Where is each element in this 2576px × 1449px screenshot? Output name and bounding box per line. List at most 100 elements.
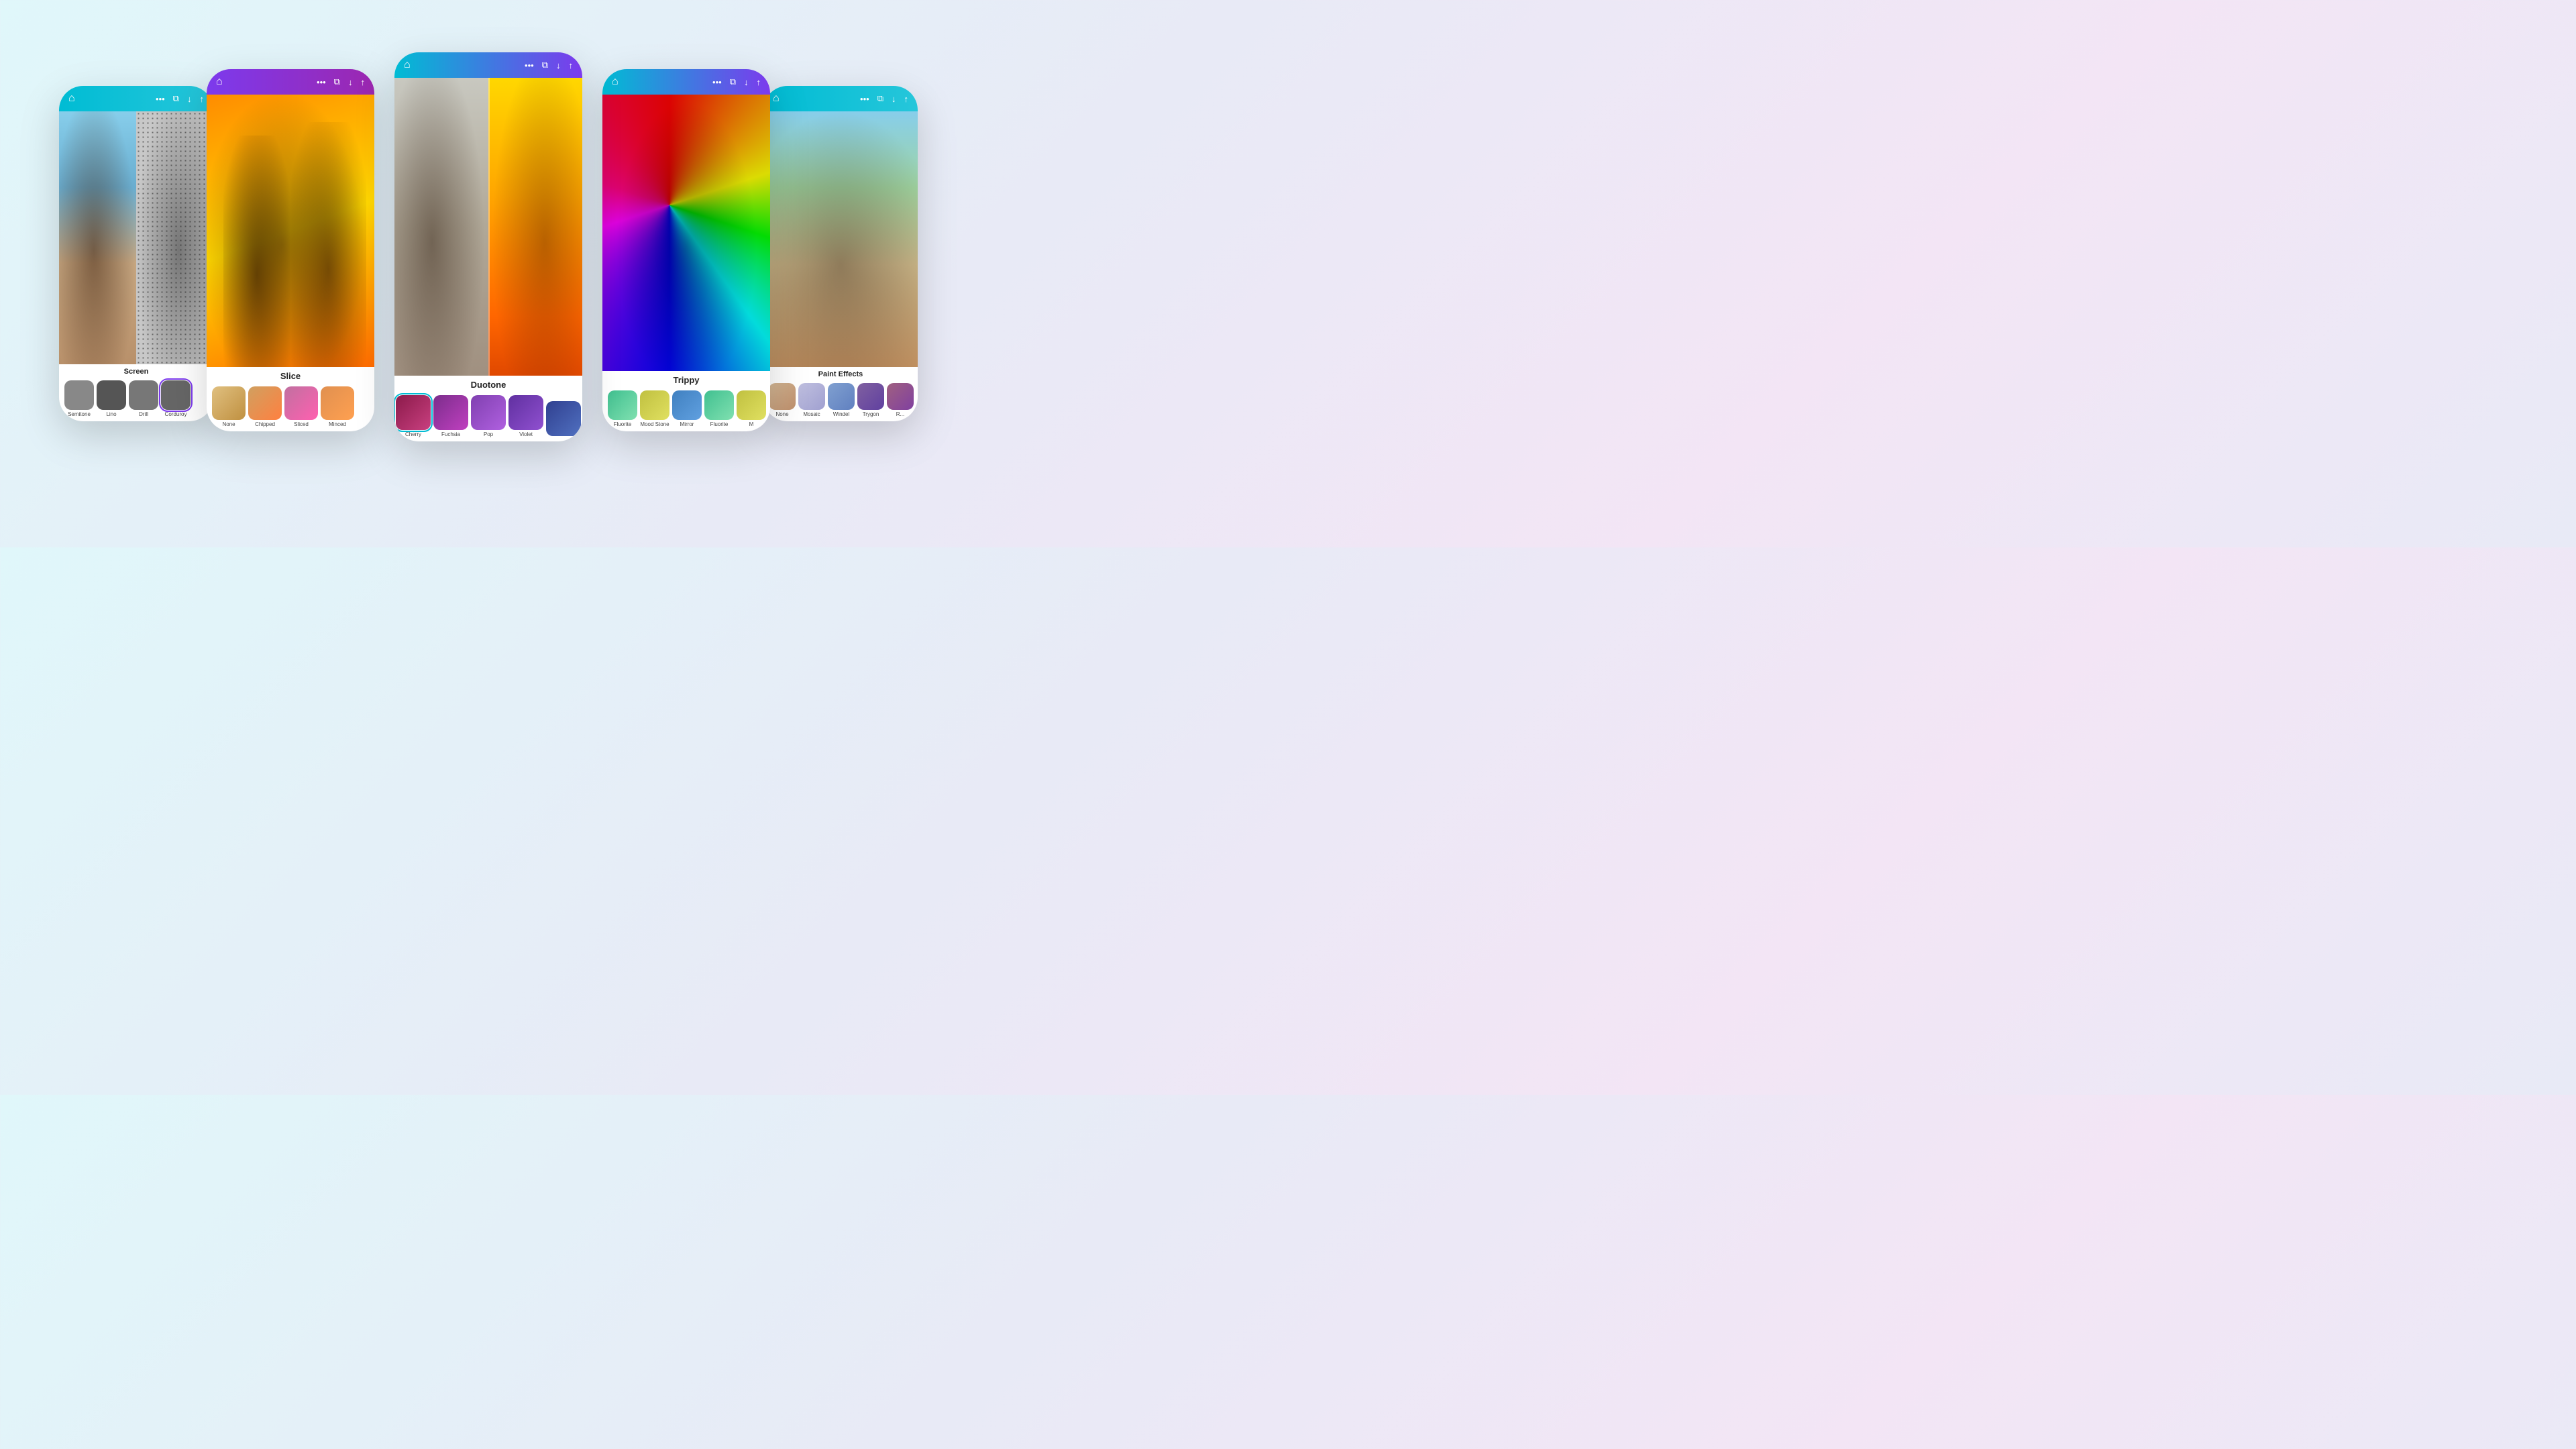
- thumb-img-fuchsia[interactable]: [433, 395, 468, 430]
- download-icon-paint[interactable]: ↓: [892, 94, 896, 104]
- thumb-label-mosaic: Mosaic: [803, 411, 820, 417]
- thumb-mood-stone[interactable]: Mood Stone: [640, 390, 669, 427]
- thumb-label-lino: Lino: [106, 411, 116, 417]
- thumb-chipped[interactable]: Chipped: [248, 386, 282, 427]
- thumb-label-fluorite-2: Fluorite: [710, 421, 729, 427]
- toolbar-duotone: ⌂ ••• ⧉ ↓ ↑: [394, 52, 582, 78]
- thumb-img-none-slice[interactable]: [212, 386, 246, 420]
- thumbnail-strip-slice: None Chipped Sliced Minced: [207, 384, 374, 431]
- phone-paint: ⌂ ••• ⧉ ↓ ↑ Paint Effects None Mosaic: [763, 86, 918, 421]
- home-icon-slice[interactable]: ⌂: [216, 76, 223, 88]
- thumb-label-r: R...: [896, 411, 904, 417]
- toolbar-paint: ⌂ ••• ⧉ ↓ ↑: [763, 86, 918, 111]
- thumb-fluorite-2[interactable]: Fluorite: [704, 390, 734, 427]
- thumb-img-semitone[interactable]: [64, 380, 94, 410]
- thumb-trygon[interactable]: Trygon: [857, 383, 884, 417]
- thumb-label-violet: Violet: [519, 431, 533, 437]
- thumb-img-none-paint[interactable]: [769, 383, 796, 410]
- home-icon-duotone[interactable]: ⌂: [404, 59, 411, 71]
- thumb-img-pop[interactable]: [471, 395, 506, 430]
- thumb-img-corduroy[interactable]: [161, 380, 191, 410]
- thumb-label-m: M: [749, 421, 754, 427]
- home-icon[interactable]: ⌂: [68, 93, 75, 105]
- thumb-img-lino[interactable]: [97, 380, 126, 410]
- duotone-image-area: [394, 78, 582, 376]
- slice-image-area: [207, 95, 374, 367]
- thumb-m[interactable]: M: [737, 390, 766, 427]
- thumb-label-pop: Pop: [484, 431, 493, 437]
- effect-name-screen: Screen: [59, 364, 213, 378]
- thumb-img-windel[interactable]: [828, 383, 855, 410]
- thumb-pop[interactable]: Pop: [471, 395, 506, 437]
- share-icon-paint[interactable]: ↑: [904, 94, 909, 104]
- thumb-label-chipped: Chipped: [255, 421, 275, 427]
- thumb-img-chipped[interactable]: [248, 386, 282, 420]
- toolbar-trippy: ⌂ ••• ⧉ ↓ ↑: [602, 69, 770, 95]
- phone-screen: ⌂ ••• ⧉ ↓ ↑ Screen Semitone: [59, 86, 213, 421]
- thumb-img-fluorite[interactable]: [608, 390, 637, 420]
- thumb-cherry[interactable]: Cherry: [396, 395, 431, 437]
- copy-icon-duotone[interactable]: ⧉: [542, 60, 548, 70]
- more-icon-paint[interactable]: •••: [860, 94, 869, 104]
- thumb-lino[interactable]: Lino: [97, 380, 126, 417]
- thumb-img-m[interactable]: [737, 390, 766, 420]
- thumb-none-paint[interactable]: None: [769, 383, 796, 417]
- download-icon-trippy[interactable]: ↓: [744, 77, 749, 87]
- download-icon[interactable]: ↓: [187, 94, 192, 104]
- thumb-img-mirror[interactable]: [672, 390, 702, 420]
- copy-icon-paint[interactable]: ⧉: [877, 93, 883, 104]
- thumb-label-sliced: Sliced: [294, 421, 309, 427]
- more-icon-slice[interactable]: •••: [317, 77, 326, 87]
- thumb-label-windel: Windel: [833, 411, 849, 417]
- thumb-sliced[interactable]: Sliced: [284, 386, 318, 427]
- thumb-fluorite[interactable]: Fluorite: [608, 390, 637, 427]
- copy-icon-trippy[interactable]: ⧉: [730, 76, 736, 87]
- thumb-label-fluorite: Fluorite: [614, 421, 632, 427]
- more-icon-duotone[interactable]: •••: [525, 60, 534, 70]
- effect-name-paint: Paint Effects: [763, 367, 918, 380]
- thumb-img-mood-stone[interactable]: [640, 390, 669, 420]
- thumb-minced[interactable]: Minced: [321, 386, 354, 427]
- copy-icon[interactable]: ⧉: [173, 93, 179, 104]
- toolbar-slice: ⌂ ••• ⧉ ↓ ↑: [207, 69, 374, 95]
- thumb-mosaic[interactable]: Mosaic: [798, 383, 825, 417]
- more-icon[interactable]: •••: [156, 94, 165, 104]
- thumb-img-mosaic[interactable]: [798, 383, 825, 410]
- home-icon-trippy[interactable]: ⌂: [612, 76, 619, 88]
- home-icon-paint[interactable]: ⌂: [773, 93, 780, 105]
- thumb-img-minced[interactable]: [321, 386, 354, 420]
- thumb-fuchsia[interactable]: Fuchsia: [433, 395, 468, 437]
- thumb-more[interactable]: [546, 401, 581, 437]
- thumb-img-violet[interactable]: [508, 395, 543, 430]
- trippy-image-area: [602, 95, 770, 371]
- thumb-img-r[interactable]: [887, 383, 914, 410]
- thumb-label-mood-stone: Mood Stone: [640, 421, 669, 427]
- thumb-img-more[interactable]: [546, 401, 581, 436]
- thumb-label-mirror: Mirror: [680, 421, 694, 427]
- share-icon-duotone[interactable]: ↑: [569, 60, 574, 70]
- thumb-none-slice[interactable]: None: [212, 386, 246, 427]
- more-icon-trippy[interactable]: •••: [712, 77, 722, 87]
- download-icon-duotone[interactable]: ↓: [556, 60, 561, 70]
- thumb-semitone[interactable]: Semitone: [64, 380, 94, 417]
- thumb-windel[interactable]: Windel: [828, 383, 855, 417]
- paint-image-area: [763, 111, 918, 367]
- thumb-img-trygon[interactable]: [857, 383, 884, 410]
- thumb-img-fluorite-2[interactable]: [704, 390, 734, 420]
- effect-name-slice: Slice: [207, 367, 374, 384]
- copy-icon-slice[interactable]: ⧉: [334, 76, 340, 87]
- thumb-img-drill[interactable]: [129, 380, 158, 410]
- download-icon-slice[interactable]: ↓: [348, 77, 353, 87]
- thumb-drill[interactable]: Drill: [129, 380, 158, 417]
- thumb-corduroy[interactable]: Corduroy: [161, 380, 191, 417]
- thumb-r[interactable]: R...: [887, 383, 914, 417]
- thumb-img-cherry[interactable]: [396, 395, 431, 430]
- thumb-mirror[interactable]: Mirror: [672, 390, 702, 427]
- effect-name-trippy: Trippy: [602, 371, 770, 388]
- thumb-violet[interactable]: Violet: [508, 395, 543, 437]
- thumbnail-strip-trippy: Fluorite Mood Stone Mirror Fluorite M: [602, 388, 770, 431]
- share-icon[interactable]: ↑: [200, 94, 205, 104]
- share-icon-slice[interactable]: ↑: [361, 77, 366, 87]
- thumb-img-sliced[interactable]: [284, 386, 318, 420]
- share-icon-trippy[interactable]: ↑: [757, 77, 761, 87]
